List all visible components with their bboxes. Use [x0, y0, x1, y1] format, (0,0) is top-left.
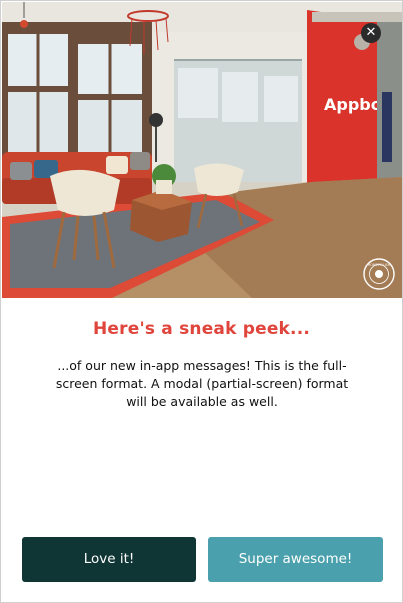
- hero-image: Appboy ✕ HOMEPOLISH: [2, 2, 402, 298]
- message-body: ...of our new in-app messages! This is t…: [55, 358, 349, 409]
- close-icon[interactable]: ✕: [361, 23, 381, 43]
- homepolish-logo: HOMEPOLISH: [363, 258, 395, 290]
- super-awesome-button[interactable]: Super awesome!: [208, 537, 383, 582]
- message-headline: Here's a sneak peek...: [92, 319, 311, 339]
- fullscreen-message: Appboy ✕ HOMEPOLISH Here's a sneak peek.…: [0, 0, 403, 603]
- svg-text:HOMEPOLISH: HOMEPOLISH: [368, 263, 391, 267]
- love-it-button[interactable]: Love it!: [22, 537, 196, 582]
